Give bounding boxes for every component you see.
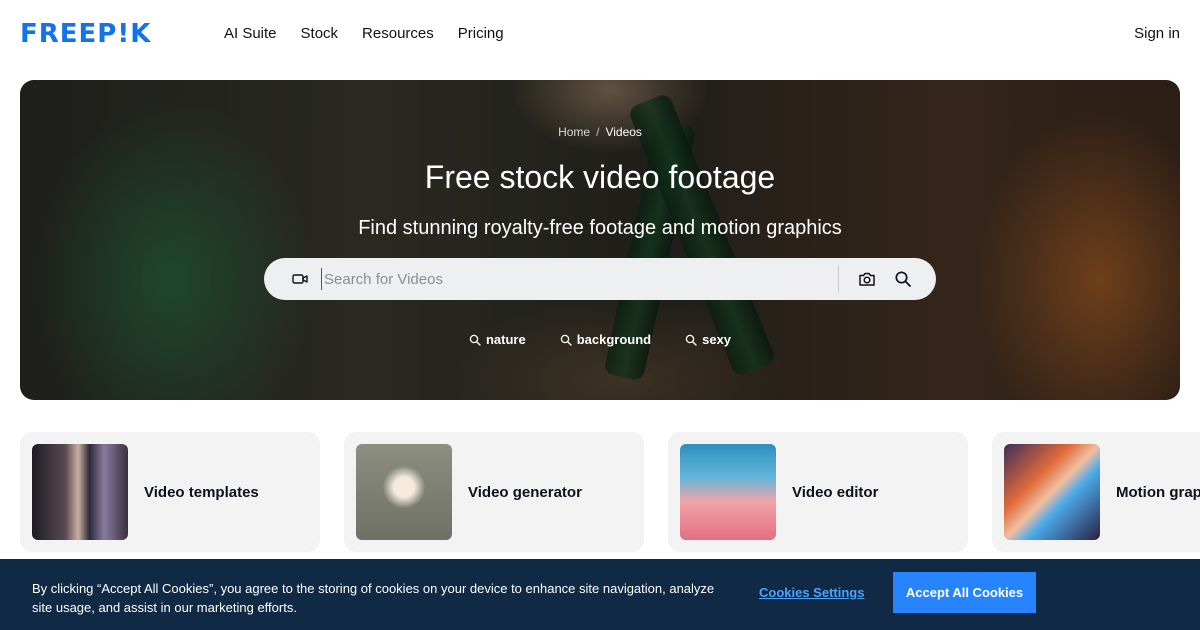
search-icon <box>560 334 572 346</box>
tag-label: background <box>576 332 652 347</box>
motion-graphics-thumbnail <box>1004 444 1100 540</box>
card-label: Video generator <box>468 484 582 501</box>
site-header: FREEP!K AI Suite Stock Resources Pricing… <box>0 0 1200 68</box>
cookies-settings-link[interactable]: Cookies Settings <box>759 585 864 600</box>
search-input[interactable] <box>321 268 821 290</box>
page-subtitle: Find stunning royalty-free footage and m… <box>358 217 842 239</box>
camera-icon[interactable] <box>858 270 876 288</box>
card-video-editor[interactable]: Video editor <box>668 432 968 552</box>
suggested-tags: nature background sexy <box>20 332 1180 347</box>
cookie-banner: By clicking “Accept All Cookies”, you ag… <box>0 559 1200 630</box>
nav-resources[interactable]: Resources <box>362 24 434 44</box>
search-icon <box>685 334 697 346</box>
card-video-generator[interactable]: Video generator <box>344 432 644 552</box>
card-label: Motion graphics <box>1116 484 1200 501</box>
breadcrumb-home[interactable]: Home <box>558 125 590 139</box>
cookie-message: By clicking “Accept All Cookies”, you ag… <box>32 581 715 615</box>
tag-label: sexy <box>702 332 732 347</box>
search-divider <box>838 265 839 293</box>
card-label: Video templates <box>144 484 259 501</box>
hero-banner: Home / Videos Free stock video footage Fin… <box>20 80 1180 400</box>
freepik-logo[interactable]: FREEP!K <box>20 21 151 47</box>
video-templates-thumbnail <box>32 444 128 540</box>
main-nav: AI Suite Stock Resources Pricing <box>224 24 528 44</box>
page-title: Free stock video footage <box>424 159 776 195</box>
breadcrumb-current: Videos <box>605 125 642 139</box>
nav-stock[interactable]: Stock <box>301 24 339 44</box>
sign-in-link[interactable]: Sign in <box>1134 24 1180 44</box>
tag-label: nature <box>485 332 526 347</box>
nav-ai-suite[interactable]: AI Suite <box>224 24 277 44</box>
accept-all-cookies-button[interactable]: Accept All Cookies <box>893 572 1036 613</box>
breadcrumb: Home / Videos <box>20 125 1180 139</box>
tag-sexy[interactable]: sexy <box>685 332 731 347</box>
card-label: Video editor <box>792 484 879 501</box>
card-motion-graphics[interactable]: Motion graphics <box>992 432 1200 552</box>
search-bar <box>264 258 936 300</box>
search-icon <box>469 334 481 346</box>
card-video-templates[interactable]: Video templates <box>20 432 320 552</box>
breadcrumb-separator: / <box>596 125 600 139</box>
tag-background[interactable]: background <box>560 332 651 347</box>
video-generator-thumbnail <box>356 444 452 540</box>
nav-pricing[interactable]: Pricing <box>458 24 504 44</box>
video-camera-icon <box>292 274 308 284</box>
tag-nature[interactable]: nature <box>469 332 526 347</box>
video-editor-thumbnail <box>680 444 776 540</box>
tool-cards: Video templates Video generator Video ed… <box>20 432 1200 552</box>
search-icon[interactable] <box>894 270 912 288</box>
